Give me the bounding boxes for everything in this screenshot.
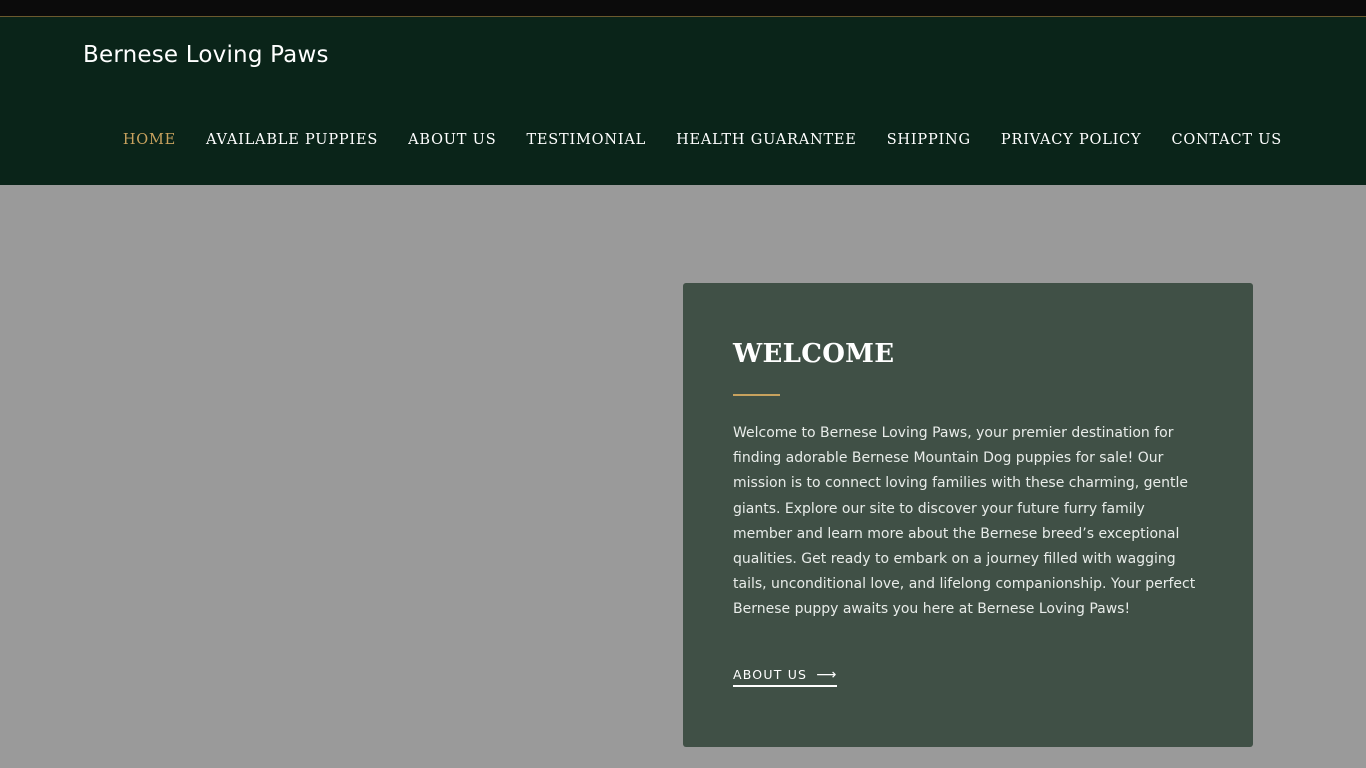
site-header: Bernese Loving Paws HOME AVAILABLE PUPPI… xyxy=(0,17,1366,185)
arrow-right-icon: ⟶ xyxy=(816,666,838,683)
welcome-text: Welcome to Bernese Loving Paws, your pre… xyxy=(733,425,1196,618)
welcome-card: WELCOME Welcome to Bernese Loving Paws, … xyxy=(683,283,1253,747)
nav-item-contact-us[interactable]: CONTACT US xyxy=(1171,132,1282,148)
nav-item-privacy-policy[interactable]: PRIVACY POLICY xyxy=(1001,132,1142,148)
nav-item-about-us[interactable]: ABOUT US xyxy=(408,132,496,148)
nav-item-health-guarantee[interactable]: HEALTH GUARANTEE xyxy=(676,132,857,148)
nav-item-shipping[interactable]: SHIPPING xyxy=(887,132,971,148)
site-title[interactable]: Bernese Loving Paws xyxy=(83,42,329,68)
heading-divider xyxy=(733,394,780,396)
main-navigation: HOME AVAILABLE PUPPIES ABOUT US TESTIMON… xyxy=(123,132,1282,148)
welcome-heading: WELCOME xyxy=(733,339,895,369)
nav-item-home[interactable]: HOME xyxy=(123,132,176,148)
top-bar xyxy=(0,0,1366,17)
about-us-link-label: ABOUT US xyxy=(733,667,808,682)
nav-item-testimonial[interactable]: TESTIMONIAL xyxy=(526,132,646,148)
about-us-link[interactable]: ABOUT US ⟶ xyxy=(733,666,838,687)
nav-item-available-puppies[interactable]: AVAILABLE PUPPIES xyxy=(206,132,378,148)
